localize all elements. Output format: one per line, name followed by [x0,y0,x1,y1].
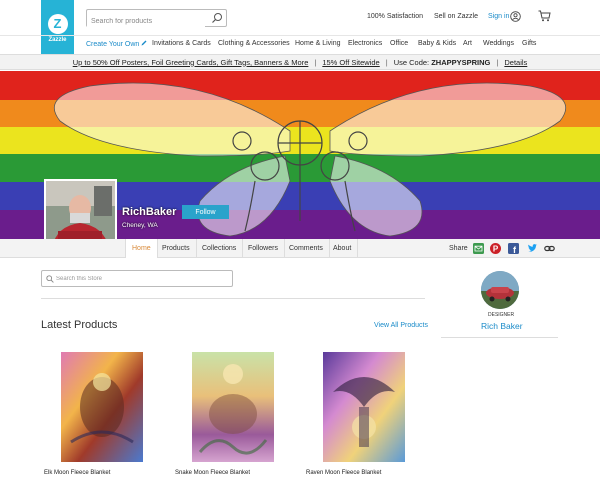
store-search-box[interactable] [41,270,233,287]
store-search-input[interactable] [56,272,226,285]
profile-portrait-image [46,181,115,248]
link-icon[interactable] [544,243,555,254]
promo-separator: | [314,57,317,67]
tab-products[interactable]: Products [156,239,197,258]
store-name: RichBaker [122,206,177,218]
pencil-icon [141,40,147,46]
svg-text:P: P [493,245,499,254]
category-home-living[interactable]: Home & Living [295,40,341,47]
tab-collections[interactable]: Collections [196,239,244,258]
latest-products-title: Latest Products [41,319,118,331]
sell-link[interactable]: Sell on Zazzle [434,13,478,20]
product-label[interactable]: Raven Moon Fleece Blanket [306,470,381,476]
category-label: Create Your Own [86,41,140,48]
category-nav: Create Your Own Invitations & Cards Clot… [0,35,600,53]
promo-separator: | [385,57,388,67]
sidebar-divider [441,337,558,338]
product-image-elk-moon[interactable] [61,352,143,462]
category-create-your-own[interactable]: Create Your Own [86,40,147,48]
designer-avatar[interactable] [481,271,519,309]
search-input[interactable] [87,13,205,30]
promo-offer-1[interactable]: Up to 50% Off Posters, Foil Greeting Car… [73,58,309,67]
satisfaction-link[interactable]: 100% Satisfaction [367,13,423,20]
store-location: Cheney, WA [122,222,158,229]
category-weddings[interactable]: Weddings [483,40,514,47]
product-image-raven-moon[interactable] [323,352,405,462]
product-label[interactable]: Snake Moon Fleece Blanket [175,470,250,476]
user-icon[interactable] [510,11,521,22]
promo-code-label: Use Code: [393,57,430,67]
designer-name-link[interactable]: Rich Baker [481,321,523,331]
share-label: Share [449,245,468,252]
store-nav: Home Products Collections Followers Comm… [0,239,600,258]
raven-moon-artwork [323,352,405,462]
snake-moon-artwork [192,352,274,462]
zazzle-z-icon: Z [47,13,68,34]
category-gifts[interactable]: Gifts [522,40,536,47]
tab-comments[interactable]: Comments [283,239,330,258]
follow-button[interactable]: Follow [182,205,229,219]
promo-code-value: ZHAPPYSPRING [431,57,491,67]
tab-followers[interactable]: Followers [242,239,285,258]
promo-separator: | [496,57,499,67]
elk-moon-artwork [61,352,143,462]
category-baby-kids[interactable]: Baby & Kids [418,40,456,47]
promo-code: Use Code: ZHAPPYSPRING [394,58,491,67]
category-office[interactable]: Office [390,40,408,47]
tab-home[interactable]: Home [125,239,158,258]
designer-label: DESIGNER [488,312,515,318]
search-icon[interactable] [211,12,223,24]
pinterest-icon[interactable]: P [490,243,501,254]
content-divider [41,298,425,299]
designer-avatar-image [481,271,519,309]
email-icon[interactable] [473,243,484,254]
category-invitations[interactable]: Invitations & Cards [152,40,211,47]
tab-about[interactable]: About [327,239,359,258]
category-art[interactable]: Art [463,40,472,47]
twitter-icon[interactable] [527,243,538,254]
promo-bar: Up to 50% Off Posters, Foil Greeting Car… [0,54,600,70]
promo-details-link[interactable]: Details [504,58,527,67]
sign-in-link[interactable]: Sign in [488,13,509,20]
facebook-icon[interactable]: f [508,243,519,254]
search-box[interactable] [86,9,227,30]
cart-icon[interactable] [538,10,551,22]
category-clothing[interactable]: Clothing & Accessories [218,40,290,47]
view-all-products-link[interactable]: View All Products [374,322,428,329]
search-icon [46,275,54,283]
product-image-snake-moon[interactable] [192,352,274,462]
promo-offer-2[interactable]: 15% Off Sitewide [322,58,379,67]
product-label[interactable]: Elk Moon Fleece Blanket [44,470,110,476]
category-electronics[interactable]: Electronics [348,40,382,47]
